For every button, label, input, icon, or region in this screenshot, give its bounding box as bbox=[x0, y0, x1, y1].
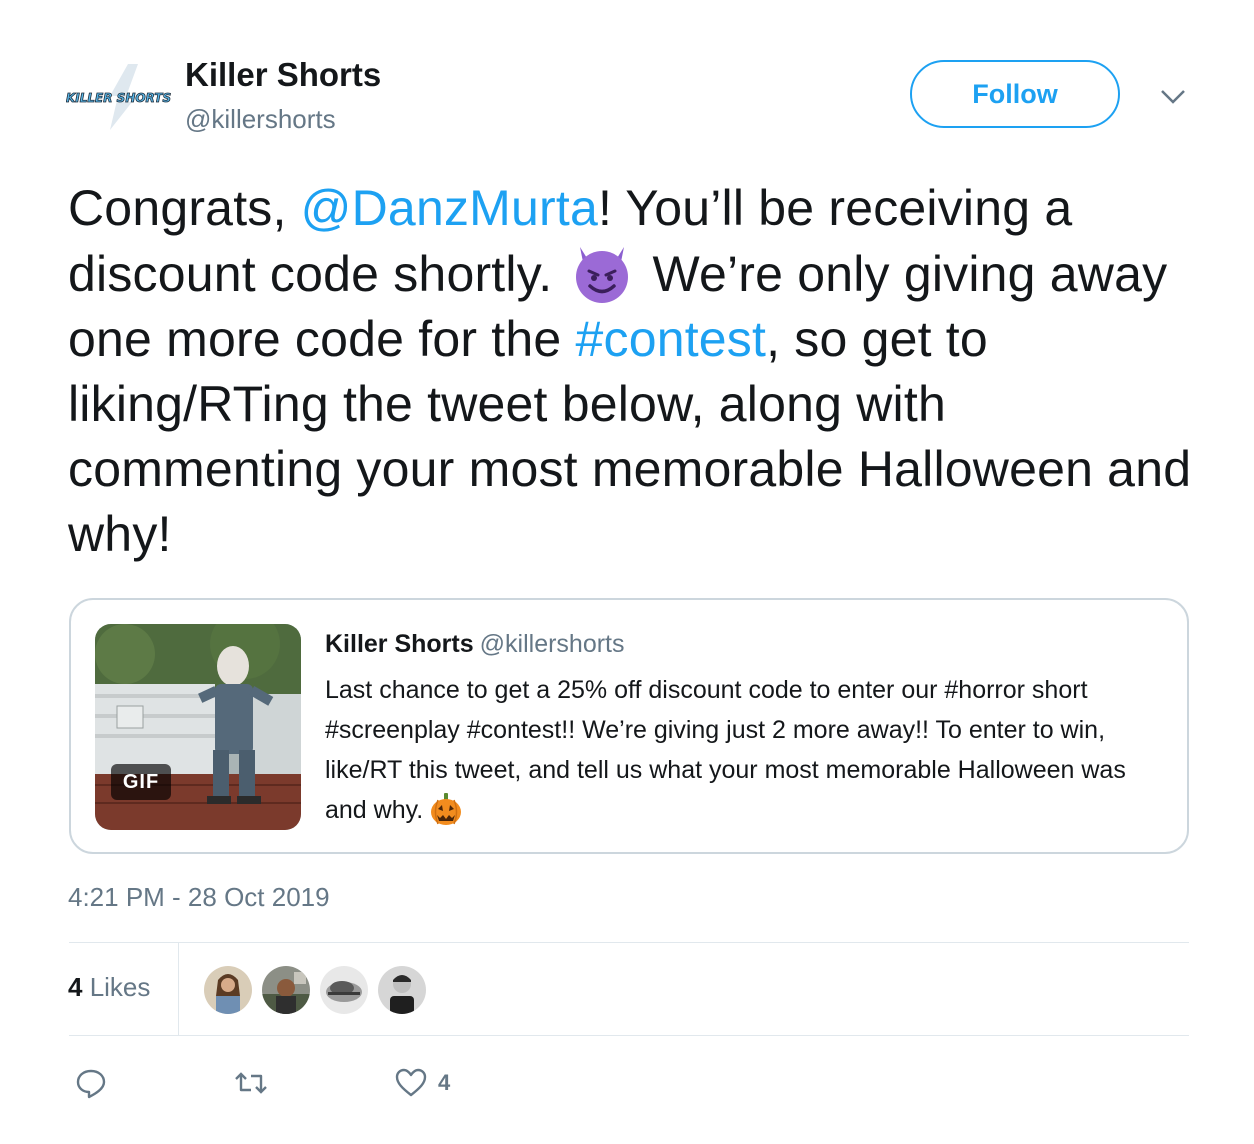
like-button[interactable]: 4 bbox=[394, 1066, 450, 1100]
author-handle[interactable]: @killershorts bbox=[185, 104, 336, 135]
retweet-icon bbox=[235, 1072, 267, 1094]
quoted-author-handle: @killershorts bbox=[479, 630, 625, 658]
likes-count: 4 bbox=[68, 972, 83, 1002]
tweet-text-part: Congrats, bbox=[68, 180, 301, 236]
author-avatar[interactable]: KILLER SHORTS bbox=[66, 62, 176, 132]
quoted-author-name: Killer Shorts bbox=[325, 630, 474, 658]
likes-summary[interactable]: 4 Likes bbox=[68, 972, 150, 1003]
logo-text: KILLER SHORTS bbox=[66, 91, 171, 105]
hashtag-link[interactable]: #contest bbox=[575, 311, 766, 367]
gif-thumbnail[interactable]: GIF bbox=[95, 624, 301, 830]
divider bbox=[69, 1035, 1189, 1036]
likes-label: Likes bbox=[82, 972, 151, 1002]
reply-button[interactable] bbox=[74, 1066, 108, 1100]
gif-badge: GIF bbox=[111, 764, 171, 800]
tweet-timestamp[interactable]: 4:21 PM - 28 Oct 2019 bbox=[68, 882, 330, 913]
smiling-devil-emoji-icon bbox=[570, 241, 634, 305]
liker-avatar[interactable] bbox=[320, 966, 368, 1014]
like-count: 4 bbox=[438, 1070, 451, 1095]
liker-avatar[interactable] bbox=[204, 966, 252, 1014]
quoted-text: Last chance to get a 25% off discount co… bbox=[325, 670, 1165, 830]
reply-icon bbox=[76, 1069, 106, 1099]
heart-icon bbox=[395, 1068, 427, 1097]
divider bbox=[69, 942, 1189, 943]
retweet-button[interactable] bbox=[234, 1066, 268, 1100]
author-name[interactable]: Killer Shorts bbox=[185, 56, 381, 94]
chevron-down-icon[interactable] bbox=[1158, 84, 1188, 108]
vertical-divider bbox=[178, 943, 179, 1035]
tweet-text: Congrats, @DanzMurta! You’ll be receivin… bbox=[68, 176, 1198, 567]
liker-avatar[interactable] bbox=[262, 966, 310, 1014]
quoted-header: Killer Shorts @killershorts bbox=[325, 630, 625, 659]
liker-avatar[interactable] bbox=[378, 966, 426, 1014]
mention-link[interactable]: @DanzMurta bbox=[301, 180, 598, 236]
quoted-tweet[interactable]: GIF Killer Shorts @killershorts Last chan… bbox=[69, 598, 1189, 854]
follow-button[interactable]: Follow bbox=[910, 60, 1120, 128]
jack-o-lantern-icon bbox=[429, 792, 463, 826]
